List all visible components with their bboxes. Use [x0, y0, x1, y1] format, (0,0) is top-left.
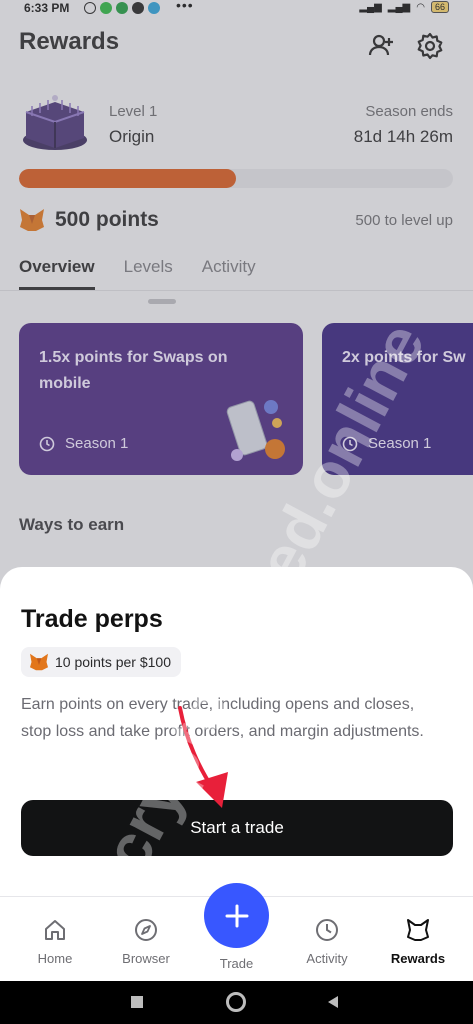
compass-icon — [135, 919, 157, 941]
nav-trade-label: Trade — [219, 956, 254, 971]
start-trade-button[interactable]: Start a trade — [21, 800, 453, 856]
points-rate-badge: 10 points per $100 — [21, 647, 181, 677]
fox-icon — [407, 919, 429, 941]
home-icon — [45, 920, 65, 940]
nav-home[interactable]: Home — [15, 913, 95, 966]
clock-icon — [316, 919, 338, 941]
home-button-icon[interactable] — [225, 991, 247, 1013]
nav-rewards[interactable]: Rewards — [378, 913, 458, 966]
sheet-title: Trade perps — [21, 605, 163, 633]
rewards-screen: 6:33 PM ••• ▂▄▆ ▂▄▆ ◠ 66 Rewards Level 1… — [0, 0, 473, 1024]
system-navigation-bar — [0, 981, 473, 1024]
recents-icon[interactable] — [129, 994, 145, 1010]
nav-rewards-label: Rewards — [390, 951, 446, 966]
points-rate-label: 10 points per $100 — [55, 654, 171, 670]
nav-browser-label: Browser — [122, 951, 170, 966]
nav-home-label: Home — [37, 951, 73, 966]
nav-browser[interactable]: Browser — [106, 913, 186, 966]
back-icon[interactable] — [325, 994, 341, 1010]
plus-icon — [225, 904, 248, 927]
nav-activity[interactable]: Activity — [287, 913, 367, 966]
trade-button[interactable] — [204, 883, 269, 948]
sheet-description: Earn points on every trade, including op… — [21, 696, 424, 740]
nav-activity-label: Activity — [306, 951, 348, 966]
fox-icon — [30, 653, 48, 671]
